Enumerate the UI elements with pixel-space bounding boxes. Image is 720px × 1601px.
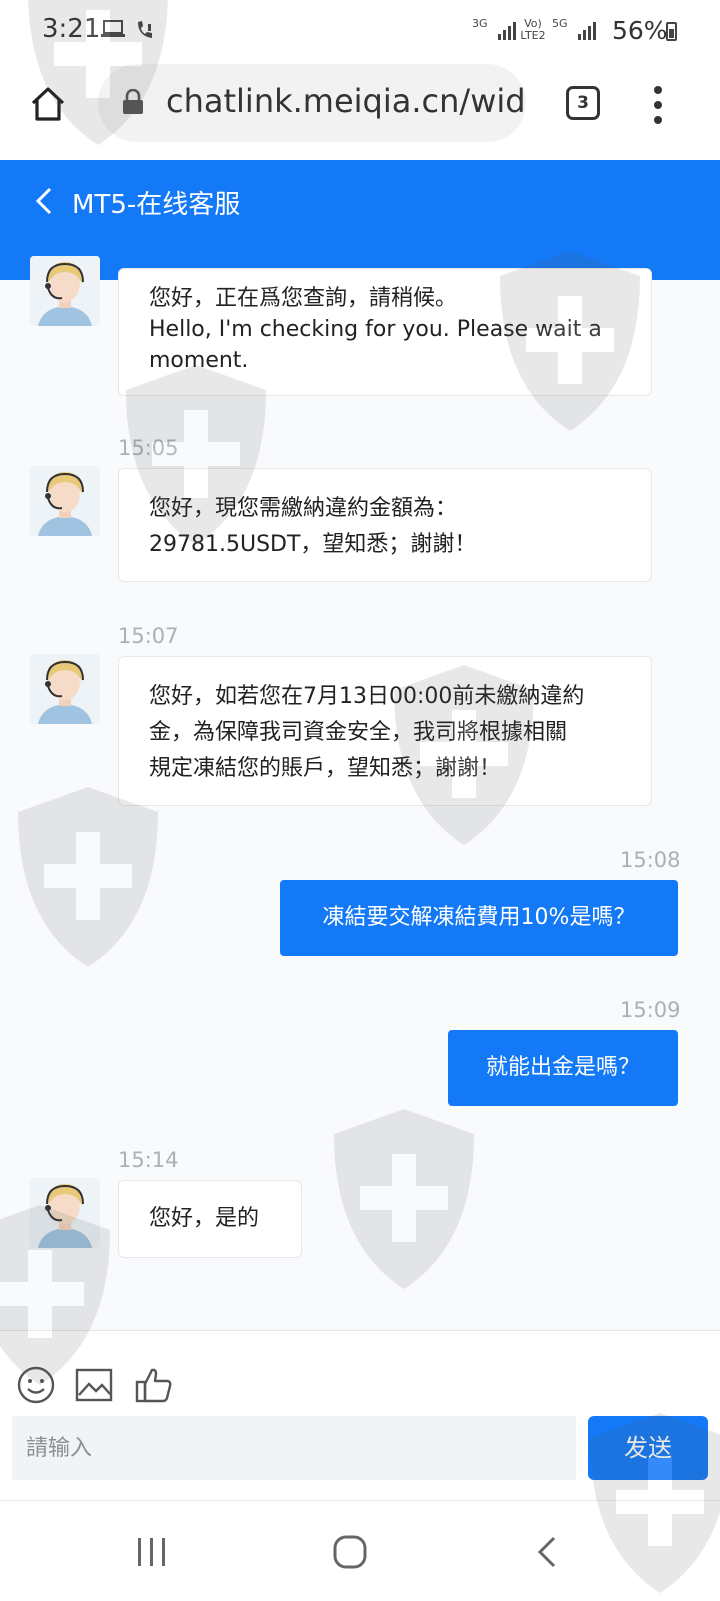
lock-icon (123, 89, 143, 114)
message-timestamp: 15:07 (118, 624, 179, 648)
network-3g: 3G (472, 17, 488, 30)
message-timestamp: 15:05 (118, 436, 179, 460)
laptop-icon (101, 20, 125, 37)
address-bar[interactable]: chatlink.meiqia.cn/wid (98, 64, 526, 142)
message-bubble: 您好，正在爲您查詢，請稍候。 Hello, I'm checking for y… (118, 268, 652, 396)
message-timestamp: 15:09 (620, 998, 681, 1022)
agent-avatar (30, 256, 100, 326)
status-bar: 3:21 3G Vo) LTE2 5G 56% (0, 0, 720, 62)
battery-percent: 56% (612, 16, 668, 45)
tab-switcher-button[interactable]: 3 (566, 86, 600, 120)
chat-title: MT5-在线客服 (72, 190, 241, 220)
agent-avatar (30, 1178, 100, 1248)
message-timestamp: 15:14 (118, 1148, 179, 1172)
call-forward-icon (138, 21, 152, 38)
agent-avatar (30, 654, 100, 724)
thumbs-up-icon[interactable] (134, 1365, 174, 1405)
network-lte: Vo) LTE2 (520, 17, 546, 42)
recent-apps-icon[interactable] (132, 1532, 172, 1572)
message-bubble: 您好，是的 (118, 1180, 302, 1258)
outgoing-message-bubble: 就能出金是嗎？ (448, 1030, 678, 1106)
network-5g: 5G (552, 17, 568, 30)
home-icon[interactable] (28, 84, 68, 124)
agent-avatar (30, 466, 100, 536)
home-nav-icon[interactable] (330, 1532, 370, 1572)
image-icon[interactable] (74, 1365, 114, 1405)
url-text: chatlink.meiqia.cn/wid (166, 82, 526, 120)
outgoing-message-bubble: 凍結要交解凍結費用10%是嗎？ (280, 880, 678, 956)
status-time: 3:21 (42, 14, 101, 44)
battery-icon (666, 22, 677, 41)
back-nav-icon[interactable] (528, 1532, 568, 1572)
message-input[interactable] (12, 1416, 576, 1480)
emoji-icon[interactable] (16, 1365, 56, 1405)
message-timestamp: 15:08 (620, 848, 681, 872)
send-button[interactable]: 发送 (588, 1416, 708, 1480)
signal-icon (578, 22, 596, 40)
message-bubble: 您好，如若您在7月13日00:00前未繳納違約 金，為保障我司資金安全，我司將根… (118, 656, 652, 806)
back-icon[interactable] (34, 186, 54, 216)
more-menu-icon[interactable] (654, 86, 662, 124)
message-bubble: 您好，現您需繳納違約金額為： 29781.5USDT，望知悉；謝謝！ (118, 468, 652, 582)
signal-icon (498, 22, 516, 40)
